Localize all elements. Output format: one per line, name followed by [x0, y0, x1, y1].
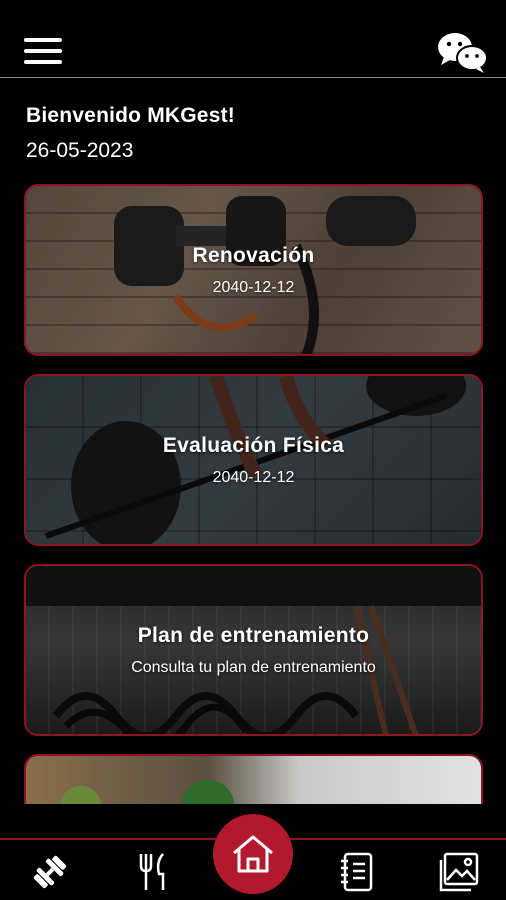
card-overlay: [26, 376, 481, 544]
gallery-icon[interactable]: [437, 852, 481, 892]
card-evaluacion-fisica[interactable]: Evaluación Física 2040-12-12: [24, 374, 483, 546]
top-bar: [0, 0, 506, 78]
wechat-icon[interactable]: [436, 30, 490, 74]
cards-list[interactable]: Renovación 2040-12-12 Evaluación Física …: [0, 178, 506, 804]
current-date: 26-05-2023: [26, 139, 134, 162]
card-background-image: [26, 756, 481, 804]
dumbbell-icon[interactable]: [28, 852, 72, 892]
hamburger-menu-icon[interactable]: [24, 38, 62, 66]
card-subtitle: 2040-12-12: [212, 279, 295, 296]
fork-knife-icon[interactable]: [131, 852, 175, 892]
card-subtitle: 2040-12-12: [212, 469, 295, 486]
card-overlay: [26, 186, 481, 354]
card-subtitle: Consulta tu plan de entrenamiento: [131, 659, 376, 676]
card-plan-entrenamiento[interactable]: Plan de entrenamiento Consulta tu plan d…: [24, 564, 483, 736]
card-renovacion[interactable]: Renovación 2040-12-12: [24, 184, 483, 356]
card-title: Evaluación Física: [162, 434, 345, 457]
home-icon[interactable]: [213, 814, 293, 894]
card-nutrition[interactable]: [24, 754, 483, 804]
welcome-heading: Bienvenido MKGest!: [26, 104, 235, 127]
card-title: Renovación: [192, 244, 315, 267]
notebook-icon[interactable]: [334, 852, 378, 892]
card-overlay: [26, 566, 481, 734]
card-title: Plan de entrenamiento: [137, 624, 370, 647]
